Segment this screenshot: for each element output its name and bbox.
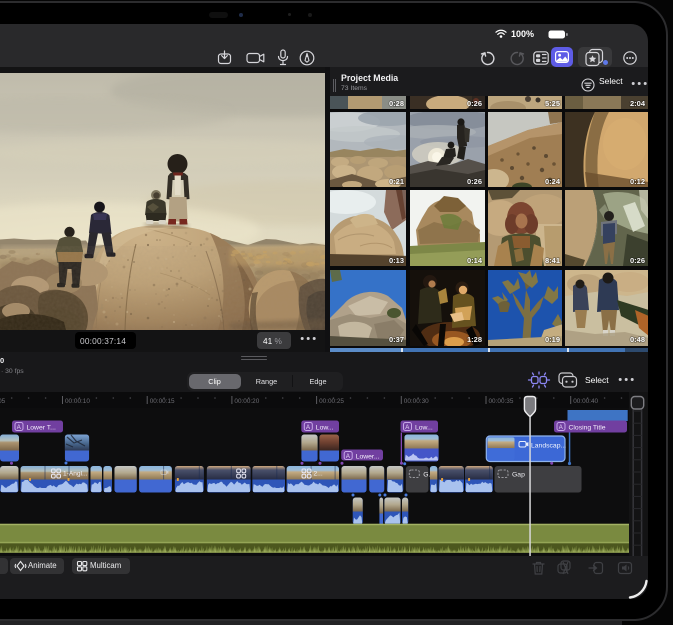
svg-text:Lower T...: Lower T... — [27, 424, 56, 431]
svg-text:0:48: 0:48 — [630, 335, 645, 344]
svg-text:0:37: 0:37 — [389, 335, 404, 344]
svg-text:0:26: 0:26 — [630, 256, 645, 265]
svg-text:Low...: Low... — [316, 424, 334, 431]
svg-text:Low...: Low... — [415, 424, 433, 431]
svg-text:00:00:05: 00:00:05 — [0, 398, 6, 405]
svg-text:1:28: 1:28 — [467, 335, 482, 344]
svg-text:Gap: Gap — [512, 471, 525, 478]
svg-text:0:26: 0:26 — [467, 99, 482, 108]
svg-text:0:12: 0:12 — [630, 177, 645, 186]
svg-text:0:26: 0:26 — [467, 177, 482, 186]
svg-text:00:00:20: 00:00:20 — [234, 398, 259, 405]
svg-text:8:41: 8:41 — [544, 256, 559, 265]
svg-text:Lower...: Lower... — [356, 453, 380, 460]
svg-text:0:24: 0:24 — [544, 177, 560, 186]
svg-text:00:00:25: 00:00:25 — [319, 398, 344, 405]
svg-text:A: A — [405, 425, 409, 431]
svg-text:0:13: 0:13 — [389, 256, 404, 265]
svg-text:00:00:30: 00:00:30 — [404, 398, 429, 405]
svg-text:A: A — [306, 425, 310, 431]
svg-text:5:25: 5:25 — [544, 99, 559, 108]
svg-text:A: A — [346, 454, 350, 460]
svg-text:00:00:35: 00:00:35 — [489, 398, 514, 405]
svg-text:Closing Title: Closing Title — [569, 424, 606, 431]
svg-text:A: A — [559, 425, 563, 431]
svg-text:A: A — [17, 425, 21, 431]
svg-text:Landscap...: Landscap... — [531, 443, 566, 450]
svg-text:0:14: 0:14 — [467, 256, 483, 265]
svg-text:00:00:40: 00:00:40 — [573, 398, 598, 405]
svg-text:2...: 2... — [314, 471, 323, 478]
svg-text:00:00:10: 00:00:10 — [65, 398, 90, 405]
svg-text:2:04: 2:04 — [630, 99, 646, 108]
svg-text:00:00:15: 00:00:15 — [150, 398, 175, 405]
svg-text:0:19: 0:19 — [544, 335, 559, 344]
svg-text:1-Angl...: 1-Angl... — [63, 471, 88, 478]
svg-text:0:28: 0:28 — [389, 99, 404, 108]
svg-text:0:21: 0:21 — [389, 177, 404, 186]
